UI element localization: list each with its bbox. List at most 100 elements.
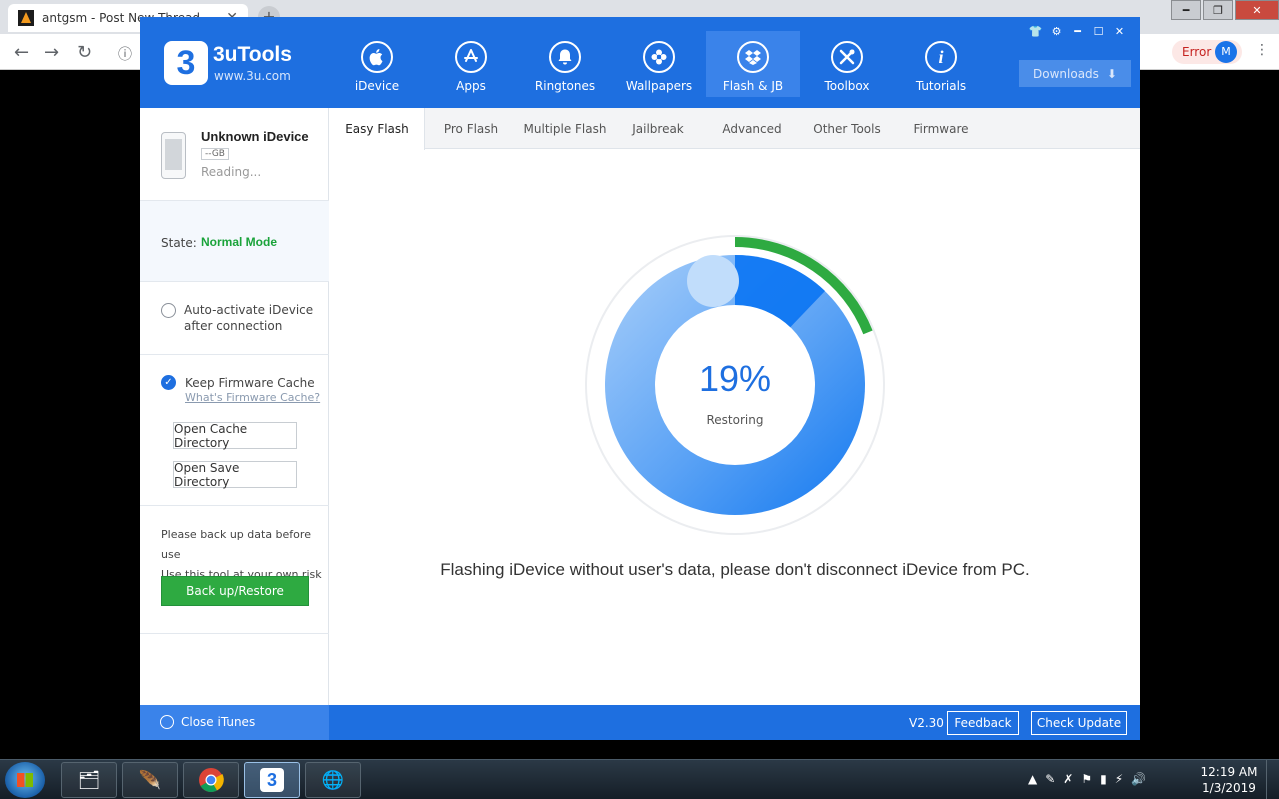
progress-status: Restoring (706, 413, 764, 427)
tab-multiple-flash[interactable]: Multiple Flash (517, 108, 613, 149)
backup-note-line-1: Please back up data before use (161, 528, 311, 561)
close-itunes-option[interactable]: Close iTunes (140, 705, 329, 740)
browser-window-controls: ━ ❐ ✕ (1169, 0, 1279, 20)
start-button[interactable] (5, 762, 45, 798)
volume-icon[interactable]: 🔊 (1131, 772, 1146, 786)
check-update-button[interactable]: Check Update (1031, 711, 1127, 735)
tab-other-tools[interactable]: Other Tools (801, 108, 893, 149)
device-capacity: --GB (201, 148, 229, 160)
firmware-cache-section: ✓ Keep Firmware Cache What's Firmware Ca… (140, 355, 329, 506)
minimize-icon[interactable]: ━ (1067, 22, 1088, 40)
close-icon[interactable]: ✕ (1109, 22, 1130, 40)
taskbar-clock[interactable]: 12:19 AM 1/3/2019 (1198, 764, 1260, 796)
flash-subtabs: Easy Flash Pro Flash Multiple Flash Jail… (330, 108, 1140, 150)
nav-toolbox[interactable]: Toolbox (800, 31, 894, 97)
auto-activate-label: Auto-activate iDevice after connection (184, 303, 314, 333)
app-window-controls: 👕 ⚙ ━ ☐ ✕ (1025, 22, 1130, 40)
feather-app-icon[interactable]: 🪶 (122, 762, 178, 798)
backup-section: Please back up data before use Use this … (140, 506, 329, 634)
clock-time: 12:19 AM (1200, 765, 1258, 779)
device-name: Unknown iDevice (201, 129, 309, 144)
keep-cache-checkbox[interactable]: ✓ (161, 375, 176, 390)
close-itunes-radio[interactable] (160, 715, 174, 729)
nav-idevice[interactable]: iDevice (330, 31, 424, 97)
nav-apps[interactable]: Apps (424, 31, 518, 97)
globe-app-icon[interactable]: 🌐 (305, 762, 361, 798)
menu-icon[interactable]: ⋮ (1255, 42, 1269, 58)
maximize-icon[interactable]: ❐ (1203, 0, 1233, 20)
forward-icon[interactable]: → (44, 42, 59, 63)
3utools-small-logo: 3 (260, 768, 284, 792)
nav-label: iDevice (354, 79, 400, 93)
tools-icon (831, 41, 863, 73)
reload-icon[interactable]: ↻ (77, 42, 92, 63)
downloads-label: Downloads (1033, 66, 1099, 81)
windows-taskbar: 🗂 🪶 3 🌐 ▲ ✎ ✗ ⚑ ▮ ⚡ 🔊 12:19 AM 1/3/2019 (0, 759, 1279, 799)
open-cache-directory-button[interactable]: Open Cache Directory (173, 422, 297, 450)
brand-url: www.3u.com (214, 69, 291, 83)
desktop: antgsm - Post New Thread ✕ + ━ ❐ ✕ ← → ↻… (0, 0, 1279, 799)
skin-icon[interactable]: 👕 (1025, 22, 1046, 40)
nav-tutorials[interactable]: i Tutorials (894, 31, 988, 97)
tab-pro-flash[interactable]: Pro Flash (425, 108, 517, 149)
state-value: Normal Mode (201, 235, 278, 249)
auto-activate-radio[interactable] (161, 303, 176, 318)
tab-advanced[interactable]: Advanced (703, 108, 801, 149)
3utools-window: 3 3uTools www.3u.com iDevice Apps Ringto… (140, 17, 1140, 740)
main-nav: iDevice Apps Ringtones Wallpapers Flash … (330, 31, 988, 97)
tray-tool-icon[interactable]: ✗ (1063, 772, 1073, 786)
download-arrow-icon: ⬇ (1106, 66, 1117, 81)
maximize-icon[interactable]: ☐ (1088, 22, 1109, 40)
site-info-icon[interactable]: ⓘ (118, 44, 132, 64)
backup-restore-button[interactable]: Back up/Restore (161, 576, 309, 606)
tray-expand-icon[interactable]: ▲ (1028, 772, 1037, 786)
nav-label: Apps (456, 79, 486, 93)
chrome-icon[interactable] (183, 762, 239, 798)
nav-label: Wallpapers (625, 79, 693, 93)
action-center-icon[interactable]: ⚑ (1081, 772, 1092, 786)
minimize-icon[interactable]: ━ (1171, 0, 1201, 20)
dropbox-icon (737, 41, 769, 73)
site-favicon-icon (18, 10, 34, 26)
auto-activate-option: Auto-activate iDevice after connection (140, 282, 329, 355)
nav-flash-jb[interactable]: Flash & JB (706, 31, 800, 97)
close-window-icon[interactable]: ✕ (1235, 0, 1279, 20)
device-info: Unknown iDevice --GB Reading... (140, 108, 329, 201)
show-desktop-button[interactable] (1266, 760, 1279, 799)
avatar[interactable]: M (1215, 41, 1237, 63)
device-sidebar: Unknown iDevice --GB Reading... State: N… (140, 108, 329, 705)
version-label: V2.30 (909, 716, 944, 730)
tray-feather-icon[interactable]: ✎ (1045, 772, 1055, 786)
nav-label: Toolbox (824, 79, 870, 93)
open-save-directory-button[interactable]: Open Save Directory (173, 461, 297, 489)
state-label: State: (161, 236, 197, 250)
flash-message: Flashing iDevice without user's data, pl… (440, 560, 1030, 579)
tab-jailbreak[interactable]: Jailbreak (613, 108, 703, 149)
3utools-taskbar-icon[interactable]: 3 (244, 762, 300, 798)
file-explorer-icon[interactable]: 🗂 (61, 762, 117, 798)
progress-percent: 19% (698, 358, 772, 399)
app-header: 3 3uTools www.3u.com iDevice Apps Ringto… (140, 17, 1140, 108)
back-icon[interactable]: ← (14, 42, 29, 63)
apple-icon (361, 41, 393, 73)
keep-cache-label: Keep Firmware Cache (185, 376, 315, 390)
3utools-logo: 3 (164, 41, 208, 85)
bell-icon (549, 41, 581, 73)
power-icon[interactable]: ⚡ (1115, 772, 1123, 786)
firmware-cache-help-link[interactable]: What's Firmware Cache? (185, 391, 320, 404)
device-state: State: Normal Mode (140, 201, 329, 282)
nav-wallpapers[interactable]: Wallpapers (612, 31, 706, 97)
tab-firmware[interactable]: Firmware (893, 108, 989, 149)
settings-gear-icon[interactable]: ⚙ (1046, 22, 1067, 40)
flash-progress-ring: 19% Restoring (585, 235, 885, 535)
app-store-icon (455, 41, 487, 73)
clock-date: 1/3/2019 (1202, 781, 1256, 795)
phone-icon (161, 132, 186, 179)
close-itunes-label: Close iTunes (181, 715, 256, 729)
flash-main-panel: Easy Flash Pro Flash Multiple Flash Jail… (330, 108, 1140, 705)
nav-ringtones[interactable]: Ringtones (518, 31, 612, 97)
feedback-button[interactable]: Feedback (947, 711, 1019, 735)
tab-easy-flash[interactable]: Easy Flash (330, 108, 425, 150)
signal-icon[interactable]: ▮ (1100, 772, 1107, 786)
downloads-button[interactable]: Downloads ⬇ (1019, 60, 1131, 87)
